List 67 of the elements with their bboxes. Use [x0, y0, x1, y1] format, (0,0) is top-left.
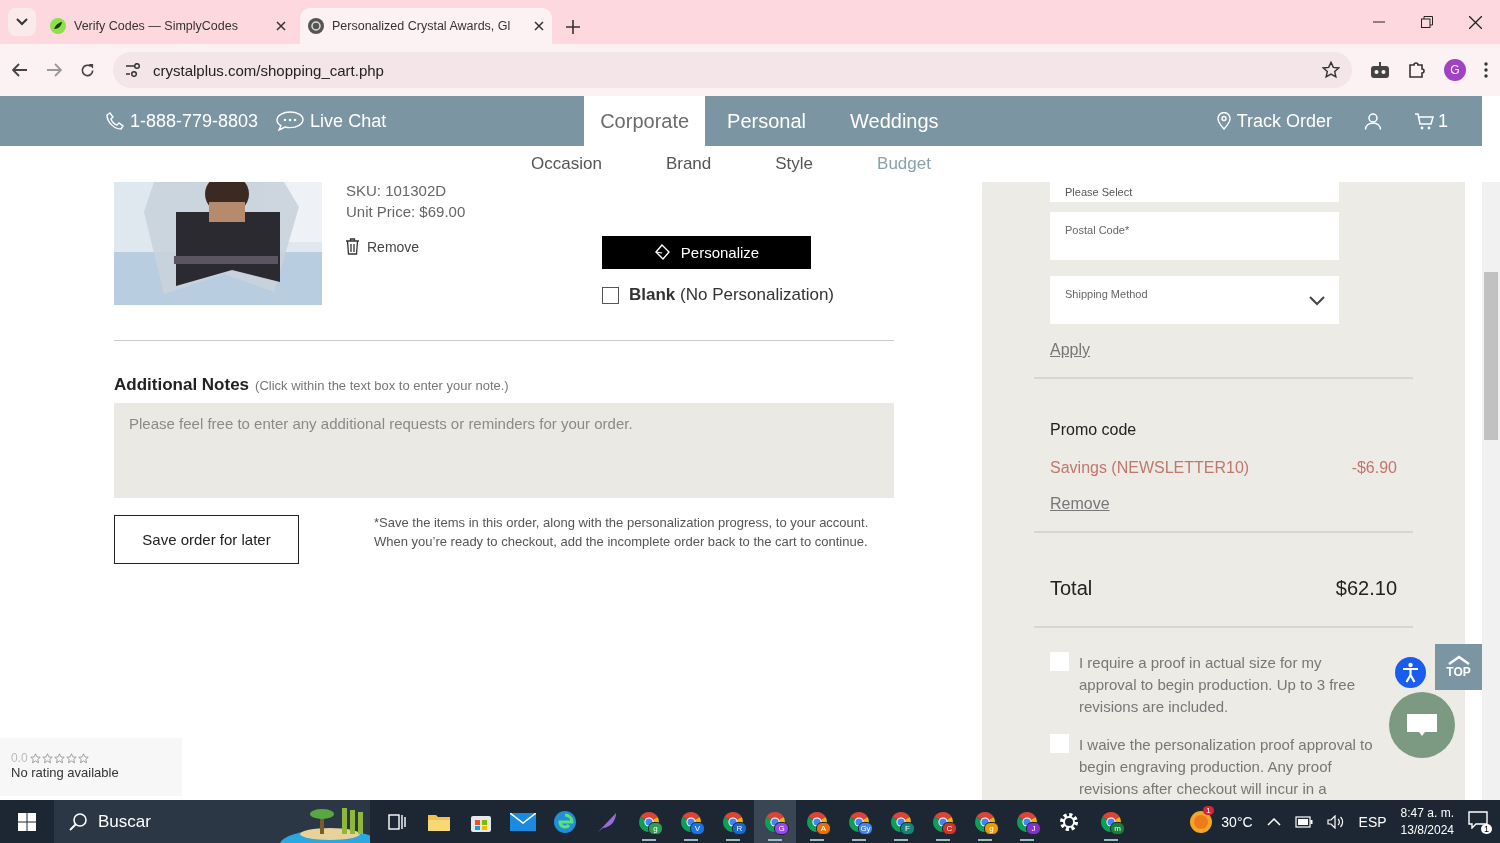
profile-badge: g	[984, 822, 999, 835]
taskbar-button[interactable]: g	[628, 800, 670, 843]
nav-tab[interactable]: Personal	[705, 96, 829, 146]
phone-number[interactable]: 1-888-779-8803	[130, 110, 259, 132]
total-label: Total	[1050, 577, 1093, 600]
profile-badge: g	[648, 822, 663, 835]
profile-badge: J	[1026, 822, 1041, 835]
profile-badge: F	[900, 822, 915, 835]
notes-field[interactable]: Please feel free to enter any additional requests or reminders for your order.	[114, 403, 894, 498]
profile-badge: R	[732, 822, 747, 835]
taskbar-button[interactable]: G	[754, 800, 796, 843]
unit-price: Unit Price: $69.00	[346, 203, 467, 220]
taskbar-button[interactable]: J	[1006, 800, 1048, 843]
promo-title: Promo code	[1050, 421, 1138, 439]
clock[interactable]: 8:47 a. m. 13/8/2024	[1400, 804, 1454, 839]
profile-badge: G	[774, 822, 789, 835]
back-to-top-button[interactable]: TOP	[1435, 644, 1482, 690]
taskbar-button[interactable]: Gy	[838, 800, 880, 843]
notes-title: Additional Notes	[114, 375, 250, 395]
total-amount: $62.10	[1335, 577, 1397, 600]
save-for-later-button[interactable]: Save order for later	[114, 515, 299, 564]
remove-link[interactable]: Remove	[367, 238, 420, 255]
notes-hint: (Click within the text box to enter your note.)	[255, 378, 509, 393]
language-indicator[interactable]: ESP	[1358, 813, 1387, 830]
profile-badge: C	[942, 822, 957, 835]
select-field[interactable]: Please Select	[1050, 182, 1339, 202]
profile-badge: Gy	[858, 822, 873, 835]
save-note: *Save the items in this order, along with the personalization progress, to your account. When you’re ready to checkout, add the incomplete order back to the cart to continue.	[374, 514, 870, 551]
taskbar-button[interactable]: C	[922, 800, 964, 843]
remove-promo-link[interactable]: Remove	[1050, 495, 1413, 513]
subnav-link[interactable]: Style	[775, 154, 814, 174]
select-field[interactable]: Shipping Method	[1050, 276, 1339, 324]
taskbar-button[interactable]: m	[1090, 800, 1132, 843]
profile-avatar[interactable]: G	[1444, 59, 1466, 81]
track-order-link[interactable]: Track Order	[1236, 110, 1332, 132]
personalize-button[interactable]: Personalize	[602, 236, 811, 269]
taskbar-button[interactable]: V	[670, 800, 712, 843]
rating-score: 0.0	[11, 751, 28, 765]
taskbar-button[interactable]: F	[880, 800, 922, 843]
rating-text: No rating available	[11, 765, 120, 780]
nav-tab[interactable]: Weddings	[828, 96, 961, 146]
savings-amount: -$6.90	[1351, 459, 1397, 477]
cart-count[interactable]: 1	[1438, 110, 1448, 132]
subnav-link[interactable]: Occasion	[531, 154, 602, 174]
browser-tab[interactable]: Verify Codes — SimplyCodes	[42, 8, 294, 44]
profile-badge: m	[1110, 822, 1125, 835]
subnav-link[interactable]: Brand	[665, 154, 712, 174]
profile-badge: A	[816, 822, 831, 835]
profile-badge: V	[690, 822, 705, 835]
sku-text: SKU: 101302D	[346, 182, 448, 199]
nav-tab[interactable]: Corporate	[584, 96, 706, 146]
live-chat-link[interactable]: Live Chat	[310, 110, 387, 132]
taskbar-button[interactable]: A	[796, 800, 838, 843]
savings-label: Savings (NEWSLETTER10)	[1050, 459, 1250, 477]
postal-code-field[interactable]: Postal Code*	[1050, 212, 1339, 260]
subnav-link[interactable]: Budget	[877, 154, 931, 174]
address-bar[interactable]: crystalplus.com/shopping_cart.php	[113, 52, 1352, 88]
blank-option-label[interactable]: Blank (No Personalization)	[629, 285, 835, 305]
proof-option-text: I require a proof in actual size for my approval to begin production. Up to 3 free revisions are included.	[1079, 653, 1356, 717]
apply-link[interactable]: Apply	[1050, 341, 1413, 359]
taskbar-button[interactable]: R	[712, 800, 754, 843]
weather-badge: 1	[1203, 805, 1214, 815]
taskbar-search-field[interactable]: Buscar	[54, 800, 370, 843]
proof-option-text: I waive the personalization proof approval to begin engraving production. Any proof revisions after checkout will incur in a	[1079, 735, 1374, 799]
temperature[interactable]: 30°C	[1221, 813, 1253, 830]
notification-count: 1	[1481, 824, 1492, 834]
browser-tab[interactable]: Personalized Crystal Awards, Gl	[300, 8, 552, 44]
